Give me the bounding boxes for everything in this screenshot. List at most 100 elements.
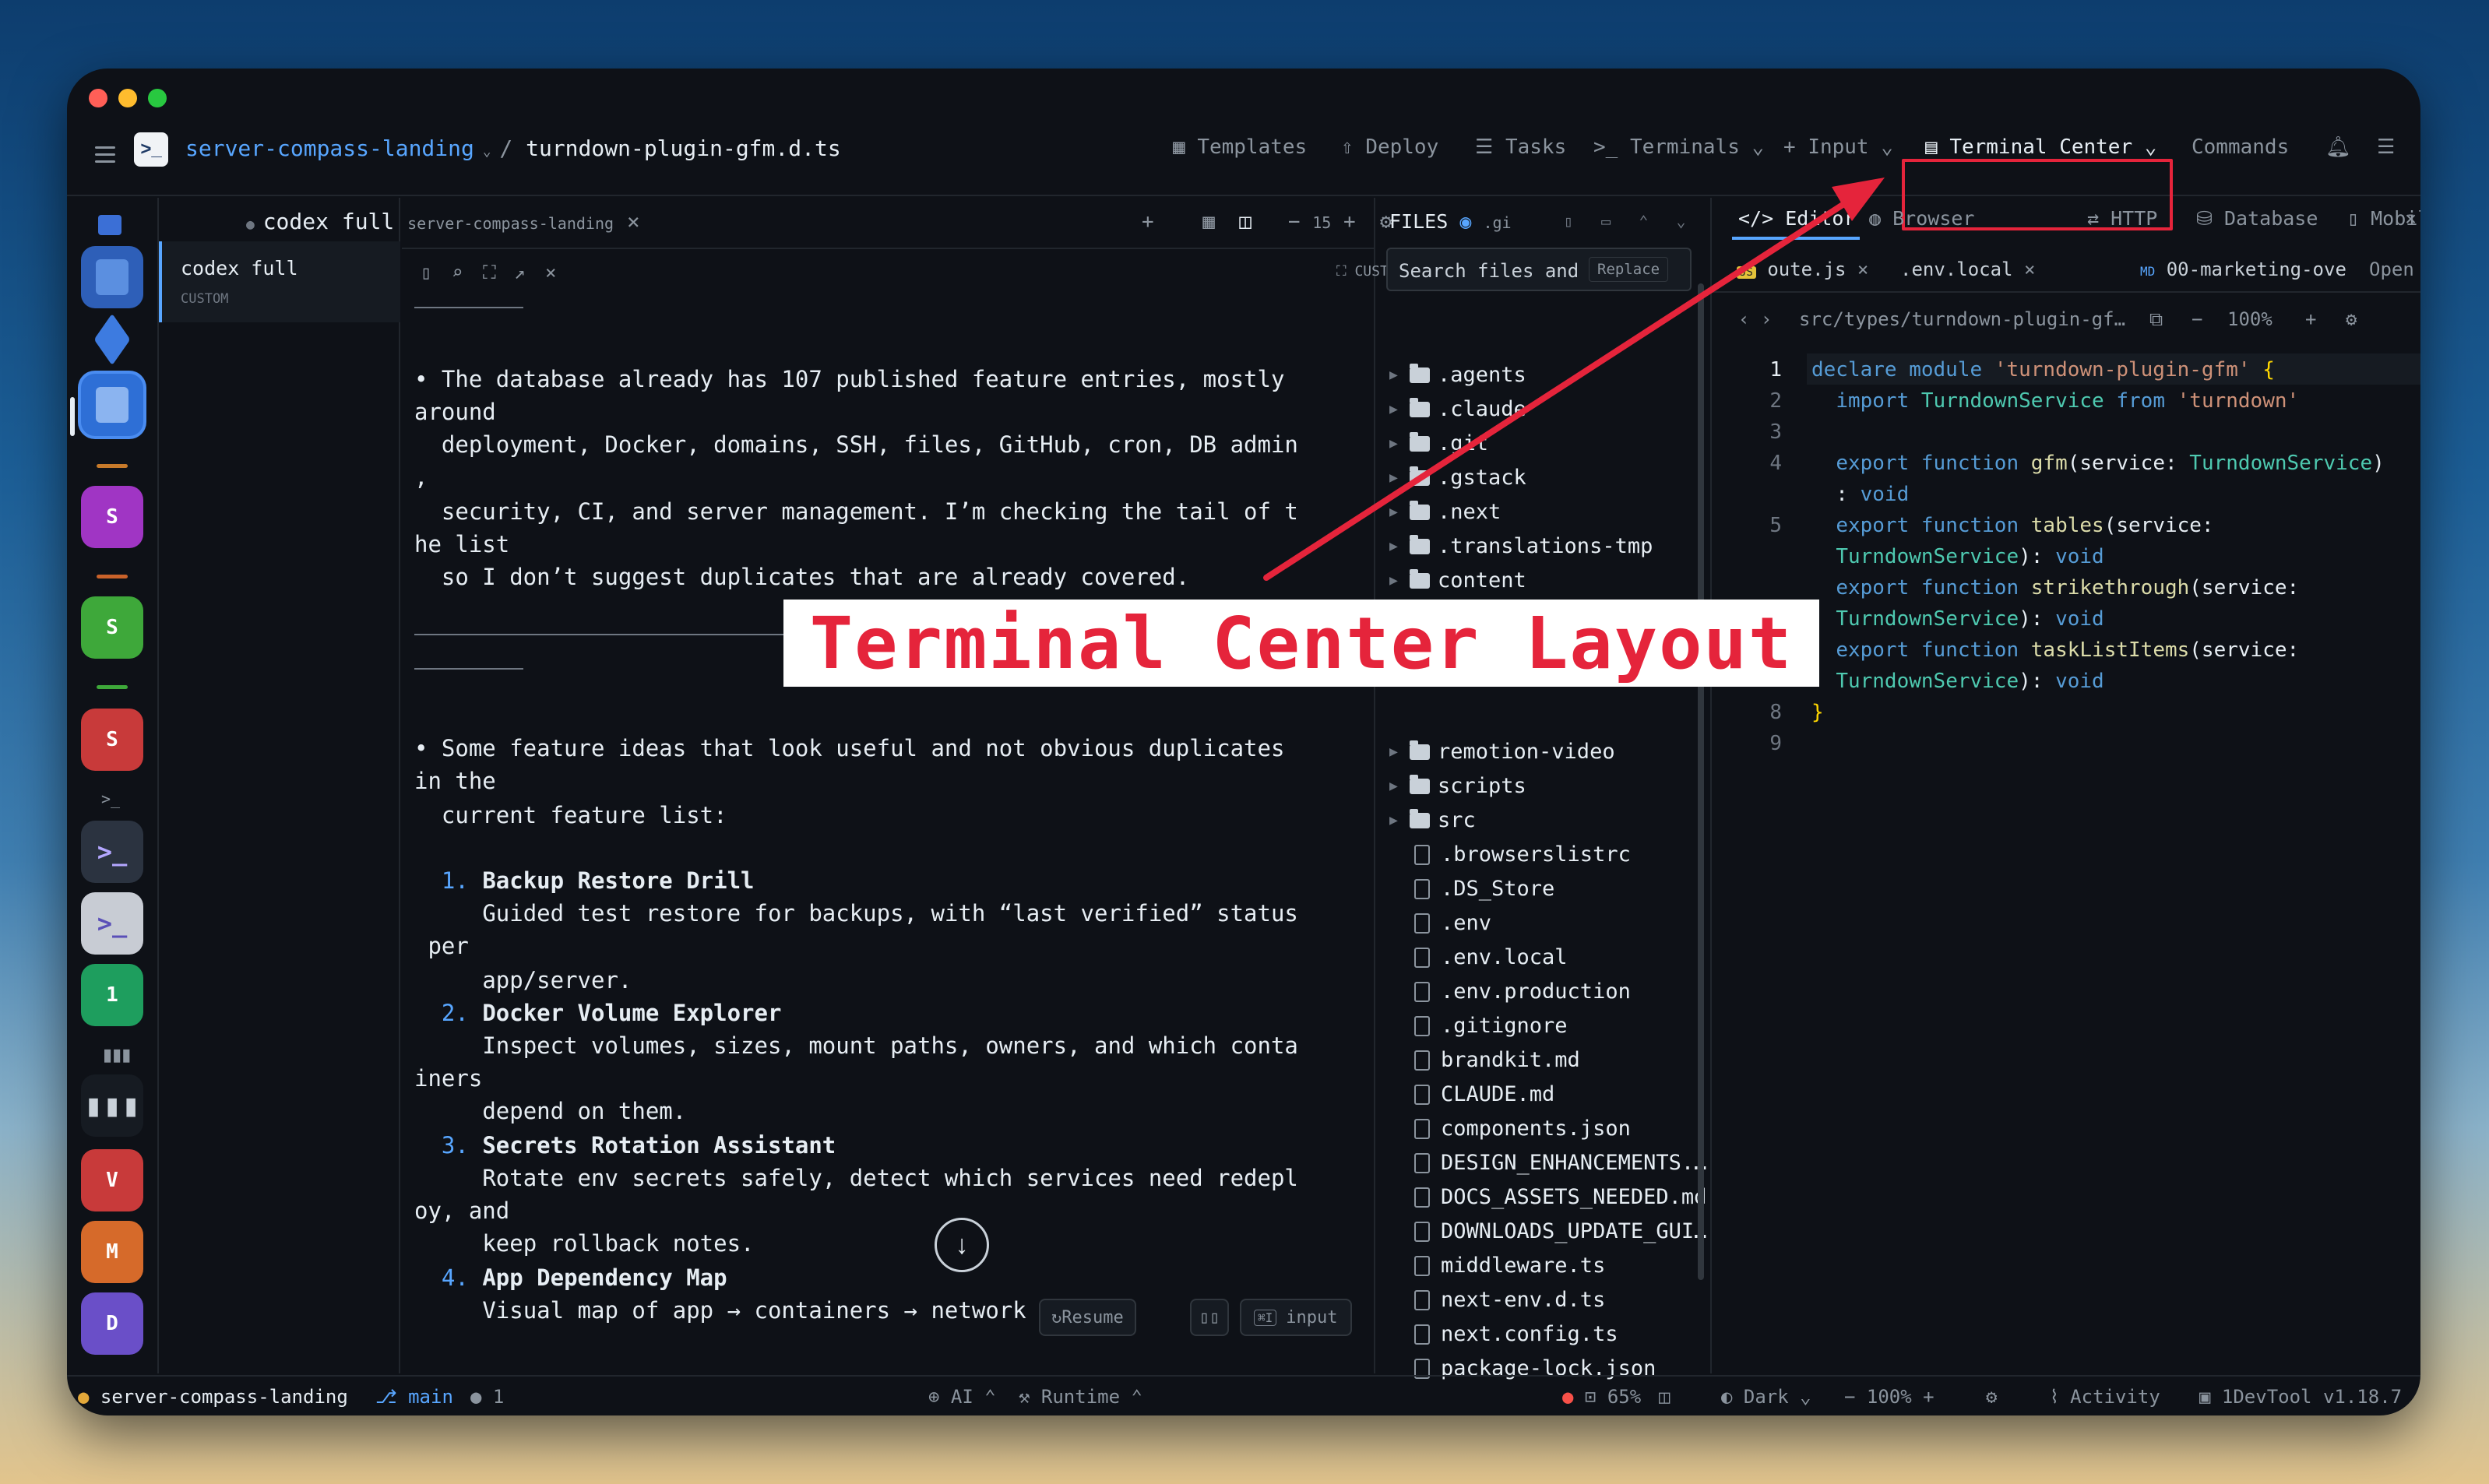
input-dropdown[interactable]: + Input ⌄ xyxy=(1783,135,1893,159)
folder-item[interactable]: ▶ src xyxy=(1389,808,1476,832)
expand-icon[interactable]: ⛶ xyxy=(483,262,496,283)
file-item[interactable]: .gitignore xyxy=(1389,1014,1568,1038)
folder-item[interactable]: ▶ .translations-tmp xyxy=(1389,534,1653,558)
terminal-center-dropdown[interactable]: ▤ Terminal Center ⌄ xyxy=(1925,135,2156,159)
file-item[interactable]: DOWNLOADS_UPDATE_GUI… xyxy=(1389,1219,1706,1243)
menu-icon[interactable] xyxy=(95,146,115,167)
zoom-window-button[interactable] xyxy=(148,89,167,107)
folder-item[interactable]: ▶ .git xyxy=(1389,431,1488,455)
folder-item[interactable]: ▶ .claude xyxy=(1389,397,1526,421)
tasks-button[interactable]: ☰ Tasks xyxy=(1475,135,1566,159)
branch-indicator[interactable]: ⎇ main xyxy=(375,1386,453,1408)
external-link-icon[interactable]: ↗ xyxy=(514,262,525,283)
activity-button[interactable]: ⌇ Activity xyxy=(2050,1386,2160,1408)
monitor-icon[interactable] xyxy=(98,215,121,235)
search-files-input[interactable]: Search files and Replace xyxy=(1386,248,1692,291)
tab-editor[interactable]: </> Editor xyxy=(1738,207,1856,230)
file-item[interactable]: CLAUDE.md xyxy=(1389,1082,1554,1106)
file-item[interactable]: brandkit.md xyxy=(1389,1048,1580,1072)
file-item[interactable]: middleware.ts xyxy=(1389,1254,1605,1278)
workspace-d[interactable]: D xyxy=(81,1292,143,1355)
terminal-workspace-light[interactable]: >_ xyxy=(81,892,143,955)
workspace-s-purple[interactable]: S xyxy=(81,486,143,548)
chevron-down-icon[interactable]: ⌄ xyxy=(1677,212,1686,230)
grid-layout-icon[interactable]: ▦ xyxy=(1202,210,1215,234)
zoom-control[interactable]: − 100% + xyxy=(1844,1386,1935,1408)
copy-icon[interactable]: ⧉ xyxy=(2149,308,2163,330)
tab-http[interactable]: ⇄ HTTP xyxy=(2087,207,2157,230)
scrollbar[interactable] xyxy=(1698,283,1704,1280)
session-item[interactable]: codex full CUSTOM xyxy=(159,241,400,322)
settings-icon[interactable]: ⚙ xyxy=(2346,308,2357,330)
new-tab-icon[interactable]: + xyxy=(1142,210,1154,234)
open-file-tab[interactable]: MD 00-marketing-ove xyxy=(2140,258,2346,280)
folder-item[interactable]: ▶ remotion-video xyxy=(1389,740,1615,764)
workspace-s-green[interactable]: S xyxy=(81,596,143,659)
file-item[interactable]: .browserslistrc xyxy=(1389,842,1631,867)
resume-button[interactable]: ↻ Resume xyxy=(1039,1299,1136,1336)
folder-item[interactable]: ▶ content xyxy=(1389,568,1526,593)
workspace-1[interactable]: 1 xyxy=(81,964,143,1026)
folder-item[interactable]: ▶ .next xyxy=(1389,500,1501,524)
tab-database[interactable]: ⛁ Database xyxy=(2196,207,2318,230)
runtime-menu[interactable]: ⚒ Runtime ⌃ xyxy=(1019,1386,1142,1408)
file-item[interactable]: DOCS_ASSETS_NEEDED.md xyxy=(1389,1185,1706,1209)
decrease-font-icon[interactable]: − xyxy=(1288,210,1301,234)
input-button[interactable]: ⌘I input xyxy=(1240,1299,1352,1336)
tab-browser[interactable]: ◍ Browser xyxy=(1869,207,1974,230)
cube-icon[interactable] xyxy=(81,308,143,371)
file-item[interactable]: .env.production xyxy=(1389,979,1631,1004)
replace-button[interactable]: Replace xyxy=(1589,257,1669,282)
file-item[interactable]: .env xyxy=(1389,911,1491,935)
file-item[interactable]: next.config.ts xyxy=(1389,1322,1618,1346)
terminal-tab[interactable]: ● codex full server-compass-landing × xyxy=(246,209,640,234)
workspace-active[interactable] xyxy=(81,374,143,436)
eye-icon[interactable]: ◉ xyxy=(1459,210,1471,233)
bars-workspace-icon[interactable]: ▮▮▮ xyxy=(81,1074,143,1137)
workspace-m[interactable]: M xyxy=(81,1221,143,1283)
close-panel-icon[interactable]: × xyxy=(2405,207,2417,230)
bell-icon[interactable]: 🔔︎ xyxy=(2325,135,2351,159)
folder-item[interactable]: ▶ .gstack xyxy=(1389,466,1526,490)
theme-selector[interactable]: ◐ Dark ⌄ xyxy=(1721,1386,1811,1408)
zoom-in-icon[interactable]: + xyxy=(2305,308,2316,330)
search-icon[interactable]: ⌕ xyxy=(452,262,463,283)
terminal-workspace[interactable]: >_ xyxy=(81,821,143,883)
file-item[interactable]: next-env.d.ts xyxy=(1389,1288,1605,1312)
zoom-out-icon[interactable]: − xyxy=(2192,308,2202,330)
layout-icon[interactable]: ◫ xyxy=(1659,1386,1670,1408)
folder-item[interactable]: ▶ scripts xyxy=(1389,774,1526,798)
file-item[interactable]: .DS_Store xyxy=(1389,877,1554,901)
open-file-tab[interactable]: JS oute.js × xyxy=(1737,258,1868,280)
project-status[interactable]: ● server-compass-landing xyxy=(78,1386,348,1408)
workspace-s-red[interactable]: S xyxy=(81,709,143,771)
minimize-window-button[interactable] xyxy=(118,89,137,107)
file-item[interactable]: components.json xyxy=(1389,1117,1631,1141)
book-icon[interactable]: ▯▯ xyxy=(1190,1299,1229,1336)
workspace-avatar[interactable] xyxy=(81,246,143,308)
new-file-icon[interactable]: ▯ xyxy=(1564,212,1573,230)
file-item[interactable]: .env.local xyxy=(1389,945,1568,969)
back-icon[interactable]: ‹ › xyxy=(1738,308,1772,330)
close-icon[interactable]: × xyxy=(545,262,556,283)
deploy-button[interactable]: ⇧ Deploy xyxy=(1341,135,1438,159)
change-count[interactable]: ● 1 xyxy=(470,1386,504,1408)
file-item[interactable]: DESIGN_ENHANCEMENTS.… xyxy=(1389,1151,1706,1175)
close-tab-icon[interactable]: × xyxy=(627,209,640,234)
project-selector[interactable]: server-compass-landing xyxy=(185,135,474,161)
settings-icon[interactable]: ⚙ xyxy=(1986,1386,1997,1408)
copy-icon[interactable]: ▯ xyxy=(421,262,431,283)
panel-menu-icon[interactable]: ☰ xyxy=(2377,135,2395,159)
commands-button[interactable]: Commands xyxy=(2192,135,2289,159)
open-file-tab[interactable]: .env.local × xyxy=(1900,258,2035,280)
close-window-button[interactable] xyxy=(89,89,107,107)
ai-menu[interactable]: ⊕ AI ⌃ xyxy=(928,1386,996,1408)
open-files-dropdown[interactable]: Open xyxy=(2369,258,2414,280)
scroll-down-button[interactable]: ↓ xyxy=(935,1218,989,1272)
templates-button[interactable]: ▦ Templates xyxy=(1173,135,1307,159)
new-folder-icon[interactable]: ▭ xyxy=(1601,212,1611,230)
collapse-icon[interactable]: ⌃ xyxy=(1639,212,1648,230)
memory-indicator[interactable]: ● ⊡ 65% xyxy=(1562,1386,1641,1408)
folder-item[interactable]: ▶ .agents xyxy=(1389,363,1526,387)
workspace-v[interactable]: V xyxy=(81,1149,143,1211)
